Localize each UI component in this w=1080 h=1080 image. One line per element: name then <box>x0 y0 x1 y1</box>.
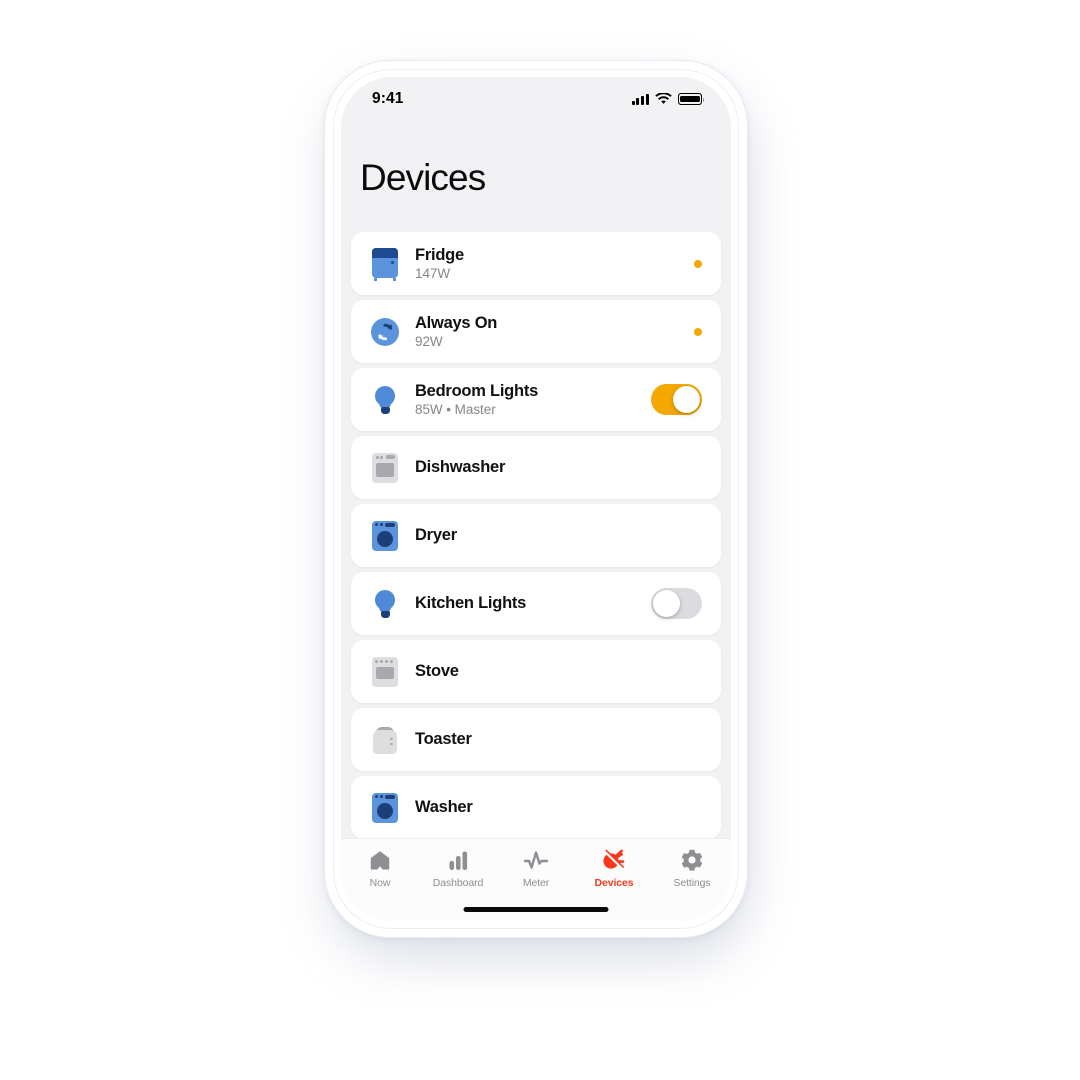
device-row-dryer[interactable]: Dryer <box>351 504 721 567</box>
device-text: Always On 92W <box>415 314 692 350</box>
device-control <box>692 259 702 268</box>
device-text: Dryer <box>415 526 692 545</box>
tab-devices[interactable]: Devices <box>575 847 653 889</box>
status-badge <box>694 259 702 268</box>
device-subtitle: 92W <box>415 334 443 350</box>
tab-dashboard[interactable]: Dashboard <box>419 847 497 889</box>
device-name: Toaster <box>415 730 472 749</box>
device-text: Bedroom Lights 85W • Master <box>415 382 651 418</box>
lightbulb-icon <box>368 585 402 623</box>
device-row-stove[interactable]: Stove <box>351 640 721 703</box>
gear-icon <box>680 847 704 873</box>
device-row-washer[interactable]: Washer <box>351 776 721 839</box>
tab-label: Settings <box>673 877 711 889</box>
device-name: Bedroom Lights <box>415 381 538 400</box>
device-control <box>651 384 702 415</box>
device-row-kitchen-lights[interactable]: Kitchen Lights <box>351 572 721 635</box>
page-title: Devices <box>360 157 486 198</box>
pulse-icon <box>523 847 549 873</box>
lightbulb-icon <box>368 381 402 419</box>
device-name: Washer <box>415 798 473 817</box>
status-bar-indicators <box>631 93 705 105</box>
dryer-icon <box>368 517 402 555</box>
plug-icon <box>601 847 627 873</box>
status-badge <box>694 327 702 336</box>
signal-bars-icon <box>631 93 649 105</box>
status-bar: 9:41 <box>341 77 731 121</box>
toaster-icon <box>368 721 402 759</box>
device-text: Kitchen Lights <box>415 594 651 613</box>
bar-chart-icon <box>446 847 470 873</box>
device-name: Always On <box>415 313 498 332</box>
dishwasher-icon <box>368 449 402 487</box>
device-name: Stove <box>415 662 459 681</box>
device-row-dishwasher[interactable]: Dishwasher <box>351 436 721 499</box>
device-name: Kitchen Lights <box>415 594 527 613</box>
device-row-toaster[interactable]: Toaster <box>351 708 721 771</box>
device-control <box>692 327 702 336</box>
device-subtitle: 147W <box>415 266 451 282</box>
tab-now[interactable]: Now <box>341 847 419 889</box>
device-row-bedroom-lights[interactable]: Bedroom Lights 85W • Master <box>351 368 721 431</box>
device-name: Dryer <box>415 526 457 545</box>
tab-label: Dashboard <box>432 877 484 889</box>
device-name: Dishwasher <box>415 458 506 477</box>
bottom-tab-bar: Now Dashboard Meter Devices Settings <box>341 838 731 921</box>
device-row-always-on[interactable]: Always On 92W <box>351 300 721 363</box>
fridge-icon <box>368 245 402 283</box>
device-text: Toaster <box>415 730 692 749</box>
device-control <box>651 588 702 619</box>
phone-screen: 9:41 Devices Fridge 147W Always On 92W B… <box>341 77 731 921</box>
home-icon <box>368 847 392 873</box>
device-text: Fridge 147W <box>415 246 692 282</box>
always-on-icon <box>368 313 402 351</box>
device-row-fridge[interactable]: Fridge 147W <box>351 232 721 295</box>
tab-meter[interactable]: Meter <box>497 847 575 889</box>
device-list: Fridge 147W Always On 92W Bedroom Lights… <box>351 232 721 839</box>
tab-label: Now <box>369 877 391 889</box>
device-subtitle: 85W • Master <box>415 402 496 418</box>
home-indicator[interactable] <box>463 906 609 912</box>
device-text: Stove <box>415 662 692 681</box>
toggle-switch-bedroom-lights[interactable] <box>651 384 702 415</box>
stove-icon <box>368 653 402 691</box>
screenshot-canvas: 9:41 Devices Fridge 147W Always On 92W B… <box>0 0 1080 1080</box>
wifi-icon <box>655 93 672 104</box>
tab-settings[interactable]: Settings <box>653 847 731 889</box>
device-text: Dishwasher <box>415 458 692 477</box>
toggle-switch-kitchen-lights[interactable] <box>651 588 702 619</box>
tab-label: Meter <box>522 877 550 889</box>
device-name: Fridge <box>415 245 464 264</box>
device-text: Washer <box>415 798 692 817</box>
tab-label: Devices <box>594 877 634 889</box>
washer-icon <box>368 789 402 827</box>
status-bar-time: 9:41 <box>372 90 404 107</box>
battery-full-icon <box>678 93 705 105</box>
